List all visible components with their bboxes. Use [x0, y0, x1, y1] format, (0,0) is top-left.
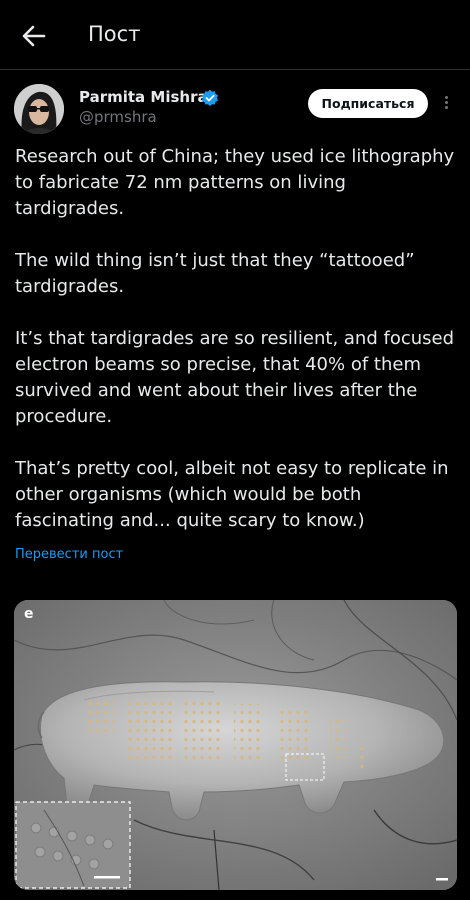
page-title: Пост — [88, 22, 141, 46]
tweet-paragraph: The wild thing isn’t just that they “tat… — [15, 250, 415, 297]
tweet-paragraph: It’s that tardigrades are so resilient, … — [15, 328, 455, 427]
avatar-image — [14, 84, 64, 134]
verified-badge-icon — [202, 89, 218, 106]
back-button[interactable] — [18, 20, 50, 52]
tweet-media-image[interactable]: e — [14, 600, 457, 890]
sem-micrograph — [14, 600, 457, 890]
follow-button[interactable]: Подписаться — [308, 89, 428, 118]
more-dot — [444, 106, 448, 109]
panel-label: e — [24, 606, 34, 622]
tweet-paragraph: Research out of China; they used ice lit… — [15, 146, 455, 219]
arrow-left-icon — [22, 25, 46, 47]
avatar[interactable] — [14, 84, 64, 134]
tweet-text: Research out of China; they used ice lit… — [15, 144, 460, 560]
author-name[interactable]: Parmita Mishra — [79, 88, 208, 106]
more-options-button[interactable] — [441, 94, 451, 114]
author-handle[interactable]: @prmshra — [79, 108, 157, 126]
more-vertical-icon — [444, 96, 448, 99]
more-dot — [444, 101, 448, 104]
top-bar: Пост — [0, 0, 470, 70]
translate-post-link[interactable]: Перевести пост — [15, 547, 123, 562]
tweet-paragraph: That’s pretty cool, albeit not easy to r… — [15, 458, 449, 531]
